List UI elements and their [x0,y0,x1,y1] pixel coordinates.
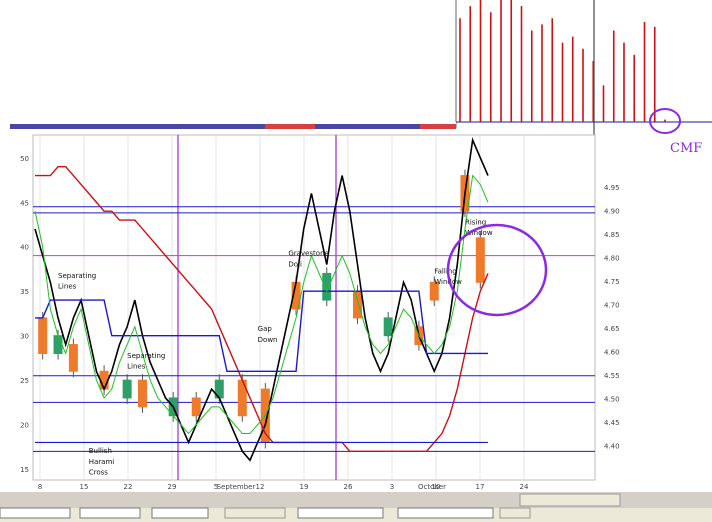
y-left-tick-label: 15 [20,466,29,474]
annotation-text: Lines [58,283,77,291]
toolbar-dropdown-1[interactable] [0,507,71,519]
y-right-tick-label: 4.95 [604,184,620,192]
y-right-tick-label: 4.75 [604,278,620,286]
x-tick-label: 3 [390,483,394,491]
y-right-tick-label: 4.80 [604,255,620,263]
annotation-text: Falling [434,267,456,275]
candle-body [352,290,362,319]
toolbar-dropdown-2[interactable] [79,507,141,519]
legend-strip-red-2 [420,124,456,129]
annotation-text: Down [258,336,278,344]
y-right-tick-label: 4.40 [604,443,620,451]
y-right-tick-label: 4.85 [604,231,620,239]
cmf-label: CMF [670,141,702,156]
y-left-tick-label: 50 [20,155,29,163]
indicator-legend-bar [10,122,456,130]
toolbar-button-end[interactable] [499,507,531,519]
legend-strip-red [265,124,315,129]
x-tick-label: 22 [124,483,133,491]
left-axis-ticks: 50 45 40 35 30 25 20 15 [20,155,29,474]
annotation-text: Cross [89,468,109,476]
y-right-tick-label: 4.60 [604,349,620,357]
annotation-text: Rising [465,219,486,227]
candle-body [137,379,147,408]
y-right-tick-label: 4.90 [604,208,620,216]
price-chart-panel: Separating Lines Separating Lines Gravestone… [20,134,620,491]
y-left-tick-label: 40 [20,244,29,252]
plot-frame [32,134,596,481]
annotation-text: Lines [127,363,146,371]
y-left-tick-label: 20 [20,422,29,430]
y-right-tick-label: 4.65 [604,325,620,333]
x-axis-ticks: 8 15 22 29 5 12 19 26 3 10 17 24September October [38,483,529,491]
zoom-controls[interactable] [519,493,621,507]
legend-strip-blue [10,124,265,129]
cmf-bars [459,0,666,122]
y-right-tick-label: 4.45 [604,419,620,427]
y-left-tick-label: 45 [20,199,29,207]
toolbar-dropdown-3[interactable] [297,507,384,519]
annotation-text: Harami [89,458,115,466]
candle-body [191,397,201,417]
candle-body [122,379,132,399]
y-right-tick-label: 4.50 [604,396,620,404]
annotation-text: Doji [288,260,302,268]
legend-strip-blue-2 [315,124,420,129]
x-tick-label: 24 [520,483,529,491]
annotation-text: Separating [127,352,165,360]
y-left-tick-label: 25 [20,377,29,385]
candle-body [322,272,332,301]
stock-chart-canvas: CMF Separating Lines Separating Lines Graves… [0,0,712,522]
x-tick-label: 26 [344,483,353,491]
candle-body [68,344,78,372]
y-right-tick-label: 4.70 [604,302,620,310]
x-tick-label: 19 [300,483,309,491]
candle-body [38,317,48,354]
x-tick-label: 12 [256,483,265,491]
annotation-text: Gap [258,325,273,333]
y-left-tick-label: 30 [20,333,29,341]
x-month-label: September [217,483,256,491]
right-axis-ticks: 4.95 4.90 4.85 4.80 4.75 4.70 4.65 4.60 4.55 4.50… [604,184,620,451]
annotation-text: Gravestone [288,250,328,258]
x-tick-label: 29 [168,483,177,491]
candle-body [475,237,485,283]
x-month-label: October [418,483,446,491]
y-left-tick-label: 35 [20,288,29,296]
annotation-text: Bullish [89,447,112,455]
toolbar-buttons[interactable] [224,507,286,519]
annotation-text: Separating [58,272,96,280]
color-palette[interactable] [151,507,209,519]
candle-body [99,370,109,390]
bottom-toolbar [0,492,712,522]
toolbar-dropdown-4[interactable] [397,507,494,519]
x-tick-label: 15 [80,483,89,491]
y-right-tick-label: 4.55 [604,372,620,380]
candle-body [53,335,63,354]
x-tick-label: 17 [476,483,485,491]
x-tick-label: 8 [38,483,42,491]
candle-body [383,317,393,337]
